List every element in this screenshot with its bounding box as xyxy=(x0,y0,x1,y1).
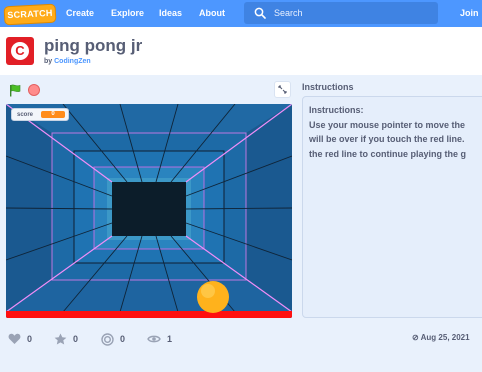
nav-ideas[interactable]: Ideas xyxy=(159,0,182,27)
project-stage[interactable]: score 0 xyxy=(6,104,292,318)
remix-stat: 0 xyxy=(101,332,125,346)
love-stat[interactable]: 0 xyxy=(8,332,32,346)
project-byline: by CodingZen xyxy=(44,58,91,65)
score-label: score xyxy=(17,111,34,118)
favorite-count: 0 xyxy=(73,334,79,344)
search-bar[interactable]: Search xyxy=(244,2,438,24)
love-count: 0 xyxy=(27,334,33,344)
project-header: ping pong jr by CodingZen xyxy=(0,27,482,75)
remix-icon xyxy=(101,332,114,346)
instructions-box: Instructions: Use your mouse pointer to … xyxy=(302,96,482,318)
tunnel-backdrop xyxy=(6,104,292,318)
search-icon xyxy=(254,7,266,19)
ball xyxy=(197,281,229,313)
eye-icon xyxy=(147,335,161,343)
instructions-heading: Instructions xyxy=(302,82,354,92)
calendar-icon: ⊘ xyxy=(412,333,419,342)
fullscreen-icon xyxy=(278,85,287,94)
score-value: 0 xyxy=(41,111,66,118)
project-title: ping pong jr xyxy=(44,36,143,55)
search-input[interactable]: Search xyxy=(274,2,303,24)
author-link[interactable]: CodingZen xyxy=(54,58,91,65)
score-monitor: score 0 xyxy=(11,108,70,121)
top-nav-bar: SCRATCH Create Explore Ideas About Searc… xyxy=(0,0,482,45)
view-count: 1 xyxy=(167,334,173,344)
nav-explore[interactable]: Explore xyxy=(111,0,144,27)
instructions-line: will be over if you touch the red line. xyxy=(309,134,465,145)
instructions-line: Instructions: xyxy=(309,105,364,115)
heart-icon xyxy=(8,333,21,344)
project-author-avatar[interactable] xyxy=(6,37,34,65)
remix-count: 0 xyxy=(120,334,126,344)
fullscreen-button[interactable] xyxy=(274,81,291,98)
nav-create[interactable]: Create xyxy=(66,0,94,27)
green-flag-icon[interactable] xyxy=(9,84,21,97)
page-bottom xyxy=(0,356,482,372)
nav-about[interactable]: About xyxy=(199,0,225,27)
scratch-logo[interactable]: SCRATCH xyxy=(3,3,57,26)
instructions-line: the red line to continue playing the g xyxy=(309,148,467,159)
star-icon xyxy=(54,333,67,345)
stop-icon[interactable] xyxy=(28,84,40,96)
share-date: ⊘ Aug 25, 2021 xyxy=(412,333,470,342)
red-line xyxy=(6,311,292,318)
instructions-line: Use your mouse pointer to move the xyxy=(309,119,466,130)
favorite-stat[interactable]: 0 xyxy=(54,332,78,346)
view-stat: 1 xyxy=(147,332,172,346)
